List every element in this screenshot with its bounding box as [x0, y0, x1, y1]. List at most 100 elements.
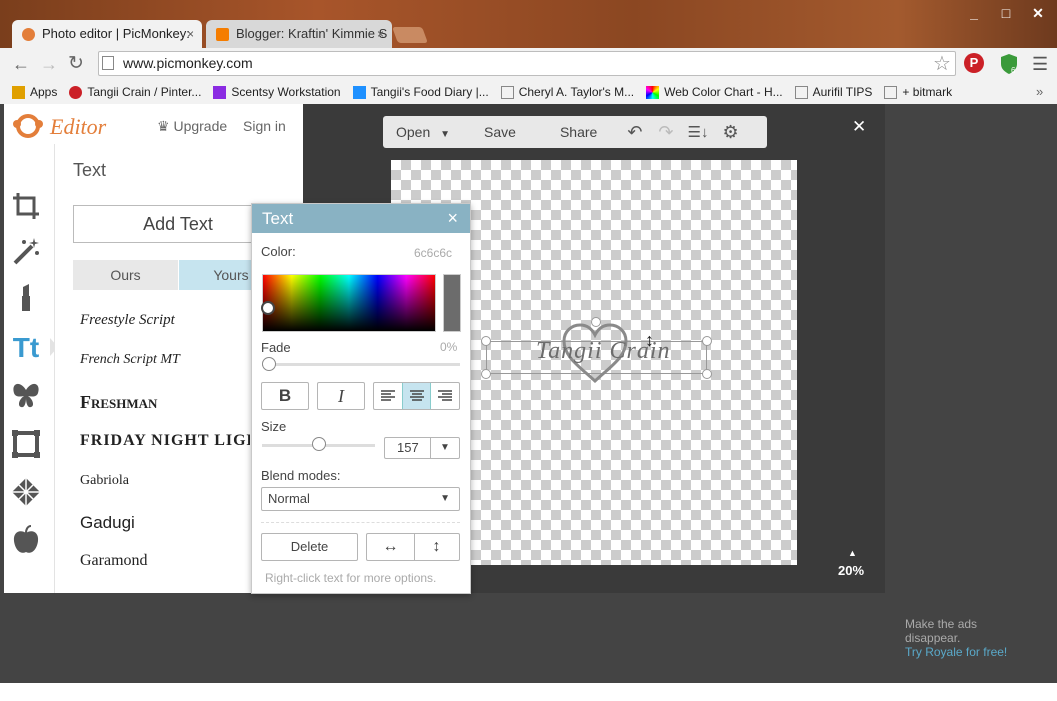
- butterfly-icon[interactable]: [10, 380, 42, 412]
- font-item[interactable]: Freestyle Script: [80, 312, 175, 329]
- dialog-close-icon[interactable]: ×: [447, 204, 458, 233]
- bookmark-web-color-chart[interactable]: Web Color Chart - H...: [646, 85, 783, 99]
- tab-picmonkey[interactable]: Photo editor | PicMonkey: ×: [12, 20, 202, 48]
- page-icon: [794, 85, 808, 99]
- close-window-button[interactable]: ✕: [1023, 2, 1053, 24]
- tab-close-icon[interactable]: ×: [187, 20, 194, 48]
- fade-slider-track[interactable]: [262, 363, 460, 366]
- save-button[interactable]: Save: [484, 124, 516, 140]
- undo-icon[interactable]: ↶: [627, 122, 642, 143]
- upgrade-link[interactable]: ♛ Upgrade: [157, 118, 227, 135]
- reload-icon[interactable]: ↻: [68, 52, 84, 75]
- url-text: www.picmonkey.com: [123, 55, 253, 71]
- font-item[interactable]: FRIDAY NIGHT LIGHTS: [80, 432, 250, 450]
- svg-text:6: 6: [1011, 66, 1016, 75]
- close-editor-button[interactable]: ✕: [852, 117, 866, 137]
- back-arrow-icon[interactable]: ←: [12, 54, 30, 75]
- bookmark-aurifil[interactable]: Aurifil TIPS: [794, 85, 872, 99]
- pinterest-icon: [69, 85, 83, 99]
- share-button[interactable]: Share: [560, 124, 597, 140]
- tab-ours[interactable]: Ours: [73, 260, 178, 290]
- bookmark-bitmark[interactable]: + bitmark: [884, 85, 952, 99]
- redo-icon[interactable]: ↷: [658, 122, 673, 143]
- align-left-icon[interactable]: [374, 383, 402, 409]
- dialog-header[interactable]: Text ×: [252, 204, 470, 233]
- hint-text: Right-click text for more options.: [265, 571, 437, 585]
- open-button[interactable]: Open ▼: [396, 124, 450, 140]
- font-item[interactable]: Gabriola: [80, 473, 129, 489]
- resize-handle[interactable]: [481, 369, 491, 379]
- bookmark-star-icon[interactable]: ☆: [933, 51, 951, 76]
- color-picker-spectrum[interactable]: [262, 274, 436, 332]
- bookmark-apps[interactable]: Apps: [12, 85, 57, 99]
- crop-icon[interactable]: [10, 190, 42, 222]
- sign-in-link[interactable]: Sign in: [243, 118, 286, 134]
- chrome-menu-icon[interactable]: ☰: [1032, 54, 1048, 75]
- bold-button[interactable]: B: [261, 382, 309, 410]
- blend-modes-label: Blend modes:: [261, 468, 341, 483]
- size-input[interactable]: 157 ▼: [384, 437, 460, 459]
- font-item[interactable]: Freshman: [80, 392, 157, 413]
- chevron-down-icon: ▼: [440, 493, 450, 504]
- picmonkey-favicon-icon: [22, 28, 35, 41]
- font-item[interactable]: French Script MT: [80, 352, 180, 368]
- bottom-area: [0, 593, 1057, 683]
- bottom-strip: [0, 683, 1057, 701]
- size-slider-knob[interactable]: [312, 437, 326, 451]
- texture-icon[interactable]: [10, 476, 42, 508]
- tab-close-icon[interactable]: ×: [377, 20, 384, 48]
- font-item[interactable]: Garamond: [80, 552, 148, 570]
- delete-button[interactable]: Delete: [261, 533, 358, 561]
- resize-handle[interactable]: [702, 336, 712, 346]
- bookmark-scentsy[interactable]: Scentsy Workstation: [213, 85, 341, 99]
- tab-blogger[interactable]: Blogger: Kraftin' Kimmie S ×: [206, 20, 392, 48]
- maximize-button[interactable]: □: [991, 2, 1021, 24]
- royale-link[interactable]: Try Royale for free!: [905, 645, 1007, 659]
- fade-slider-knob[interactable]: [262, 357, 276, 371]
- page-icon: [102, 56, 114, 70]
- layers-icon[interactable]: ☰↓: [688, 123, 709, 141]
- ad-text: disappear.: [905, 631, 961, 645]
- resize-handle[interactable]: [481, 336, 491, 346]
- bookmark-cheryl[interactable]: Cheryl A. Taylor's M...: [500, 85, 634, 99]
- magic-wand-icon[interactable]: [10, 236, 42, 268]
- tab-title: Blogger: Kraftin' Kimmie S: [236, 26, 388, 41]
- forward-arrow-icon[interactable]: →: [40, 54, 58, 75]
- bookmarks-overflow-icon[interactable]: »: [1036, 84, 1043, 99]
- text-dialog: Text × Color: 6c6c6c Fade 0% B I Size 15…: [251, 203, 471, 594]
- color-hex-value[interactable]: 6c6c6c: [414, 246, 452, 260]
- color-picker-handle[interactable]: [261, 301, 275, 315]
- apple-icon[interactable]: [10, 524, 42, 556]
- fade-value: 0%: [440, 340, 458, 354]
- address-bar[interactable]: www.picmonkey.com: [98, 51, 956, 76]
- page-icon: [500, 85, 514, 99]
- scentsy-icon: [213, 85, 227, 99]
- new-tab-button[interactable]: [392, 27, 428, 43]
- food-diary-icon: [352, 85, 366, 99]
- italic-button[interactable]: I: [317, 382, 365, 410]
- flip-horizontal-icon[interactable]: ↔: [367, 534, 415, 560]
- bookmark-pinterest[interactable]: Tangii Crain / Pinter...: [69, 85, 201, 99]
- color-wheel-icon: [646, 85, 660, 99]
- crown-icon: ♛: [157, 118, 170, 134]
- text-tool-icon[interactable]: Tt: [10, 332, 42, 364]
- resize-cursor-icon: ↕: [645, 330, 654, 350]
- font-item[interactable]: Gadugi: [80, 513, 135, 533]
- zoom-level: 20%: [838, 563, 865, 578]
- bookmark-food-diary[interactable]: Tangii's Food Diary |...: [352, 85, 489, 99]
- align-right-icon[interactable]: [431, 383, 459, 409]
- lipstick-icon[interactable]: [10, 282, 42, 314]
- chevron-down-icon[interactable]: ▼: [430, 438, 459, 458]
- picmonkey-logo[interactable]: [12, 114, 46, 143]
- minimize-button[interactable]: _: [959, 2, 989, 24]
- flip-vertical-icon[interactable]: ↕: [414, 534, 459, 560]
- pinterest-extension-icon[interactable]: P: [964, 53, 984, 73]
- resize-handle[interactable]: [702, 369, 712, 379]
- zoom-up-icon[interactable]: ▲: [848, 548, 857, 558]
- gear-icon[interactable]: ⚙: [722, 122, 738, 143]
- blend-mode-select[interactable]: Normal ▼: [261, 487, 460, 511]
- blogger-favicon-icon: [216, 28, 229, 41]
- frame-icon[interactable]: [10, 428, 42, 460]
- shield-extension-icon[interactable]: 6: [999, 53, 1019, 75]
- align-center-icon[interactable]: [402, 383, 431, 409]
